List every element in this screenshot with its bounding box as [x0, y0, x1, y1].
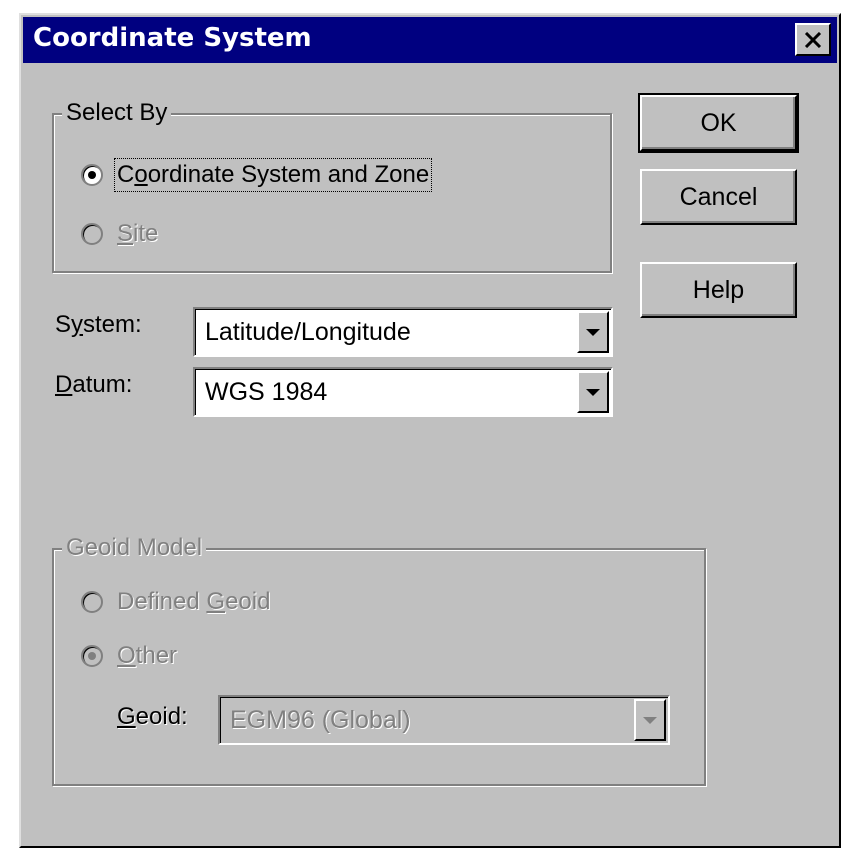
cancel-button[interactable]: Cancel — [640, 169, 797, 225]
geoid-model-legend: Geoid Model — [62, 534, 207, 562]
ok-button[interactable]: OK — [638, 93, 799, 153]
system-value: Latitude/Longitude — [205, 318, 411, 346]
chevron-down-icon — [586, 388, 600, 396]
system-label: System: — [55, 311, 142, 338]
select-by-group: Select By — [52, 99, 612, 273]
radio-other[interactable]: Other — [81, 642, 177, 670]
help-button[interactable]: Help — [640, 262, 797, 318]
datum-label: Datum: — [55, 371, 133, 398]
radio-site[interactable]: Site — [81, 220, 158, 248]
radio-label: Other — [117, 642, 178, 669]
geoid-select[interactable]: EGM96 (Global) — [218, 695, 670, 745]
radio-button[interactable] — [81, 223, 103, 245]
chevron-down-icon — [586, 328, 600, 336]
system-dropdown-button[interactable] — [577, 311, 609, 353]
dialog-title: Coordinate System — [33, 23, 312, 53]
datum-dropdown-button[interactable] — [577, 371, 609, 413]
radio-button[interactable] — [81, 164, 103, 186]
system-select[interactable]: Latitude/Longitude — [193, 307, 613, 357]
radio-button[interactable] — [81, 645, 103, 667]
radio-defined-geoid[interactable]: Defined Geoid — [81, 588, 270, 616]
radio-label: Coordinate System and Zone — [113, 158, 433, 192]
radio-label: Site — [117, 220, 159, 247]
geoid-value: EGM96 (Global) — [230, 706, 411, 734]
geoid-dropdown-button[interactable] — [634, 699, 666, 741]
geoid-label: Geoid: — [117, 703, 188, 730]
radio-label: Defined Geoid — [117, 588, 271, 615]
title-bar[interactable]: Coordinate System — [23, 17, 837, 63]
close-button[interactable] — [795, 23, 831, 56]
datum-value: WGS 1984 — [205, 378, 328, 406]
datum-select[interactable]: WGS 1984 — [193, 367, 613, 417]
radio-coordinate-system-and-zone[interactable]: Coordinate System and Zone — [81, 158, 433, 192]
close-icon — [804, 31, 822, 48]
chevron-down-icon — [643, 716, 657, 724]
select-by-legend: Select By — [62, 99, 172, 127]
radio-button[interactable] — [81, 591, 103, 613]
coordinate-system-dialog: Coordinate System Select By Coordinate S… — [19, 13, 841, 848]
